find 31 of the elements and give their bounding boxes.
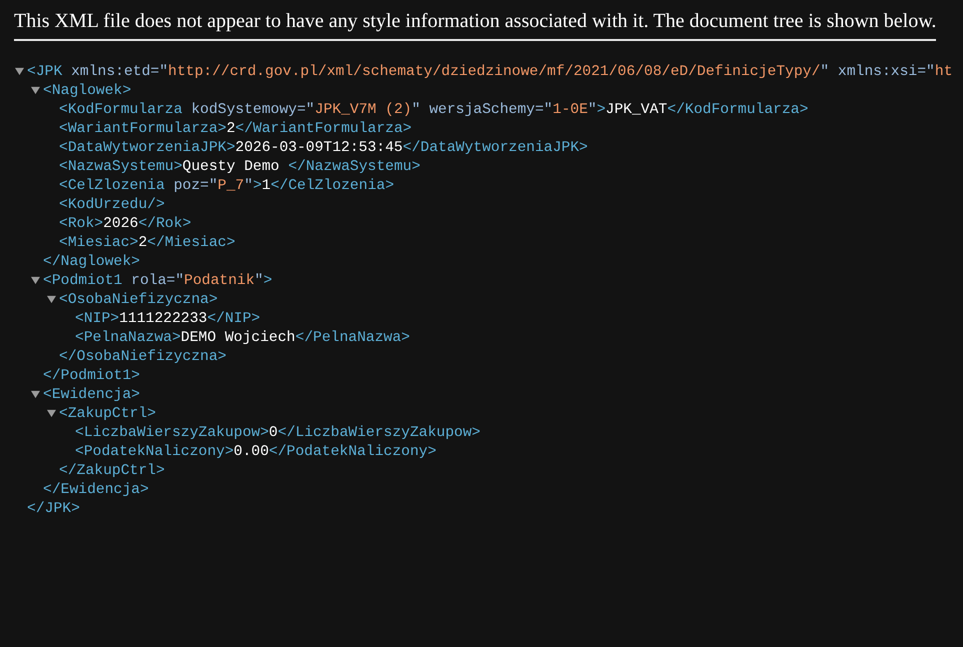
- xml-line: <PodatekNaliczony>0.00</PodatekNaliczony>: [75, 444, 436, 460]
- xml-line: <CelZlozenia poz="P_7">1</CelZlozenia>: [59, 178, 394, 194]
- xml-line: <KodUrzedu/>: [59, 196, 165, 212]
- xml-line: <Miesiac>2</Miesiac>: [59, 234, 236, 250]
- xml-line: <PelnaNazwa>DEMO Wojciech</PelnaNazwa>: [75, 330, 410, 346]
- xml-line: <Rok>2026</Rok>: [59, 216, 192, 232]
- xml-line: </OsobaNiefizyczna>: [59, 348, 226, 364]
- xml-line: <NazwaSystemu>Questy Demo </NazwaSystemu>: [59, 158, 420, 174]
- xml-line: <DataWytworzeniaJPK>2026-03-09T12:53:45</DataWytworzeniaJPK>: [59, 140, 588, 156]
- xml-line: </JPK>: [27, 500, 80, 516]
- collapse-arrow-icon[interactable]: [31, 276, 40, 285]
- xml-line: <NIP>1111222233</NIP>: [75, 310, 260, 326]
- xml-line: </Podmiot1>: [43, 368, 140, 384]
- xml-line: <Podmiot1 rola="Podatnik">: [43, 272, 272, 288]
- collapse-arrow-icon[interactable]: [47, 409, 56, 418]
- xml-line: <WariantFormularza>2</WariantFormularza>: [59, 120, 412, 136]
- xml-line: <LiczbaWierszyZakupow>0</LiczbaWierszyZakupow>: [75, 424, 480, 440]
- xml-line: <KodFormularza kodSystemowy="JPK_V7M (2)" wersjaSchemy="1-0E">JPK_VAT</KodFormularza>: [59, 102, 808, 118]
- collapse-arrow-icon[interactable]: [15, 67, 24, 76]
- xml-line: <Naglowek>: [43, 82, 132, 98]
- xml-line: </Naglowek>: [43, 254, 140, 270]
- collapse-arrow-icon[interactable]: [47, 295, 56, 304]
- collapse-arrow-icon[interactable]: [31, 86, 40, 95]
- xml-line: <OsobaNiefizyczna>: [59, 292, 218, 308]
- xml-line: </Ewidencja>: [43, 482, 149, 498]
- xml-line: <JPK xmlns:etd="http://crd.gov.pl/xml/schematy/dziedzinowe/mf/2021/06/08/eD/DefinicjeTypy/" xmlns:xsi="ht: [27, 64, 953, 80]
- xml-line: <Ewidencja>: [43, 386, 140, 402]
- collapse-arrow-icon[interactable]: [31, 390, 40, 399]
- info-message: This XML file does not appear to have any style information associated with it. The document tree is shown below.: [14, 10, 936, 41]
- xml-line: </ZakupCtrl>: [59, 462, 165, 478]
- xml-line: <ZakupCtrl>: [59, 406, 156, 422]
